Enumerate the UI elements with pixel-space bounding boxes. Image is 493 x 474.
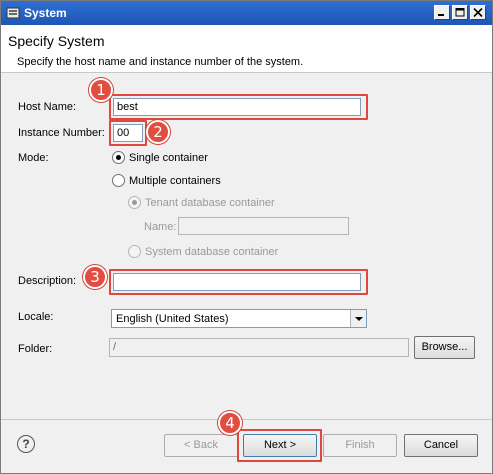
- footer-separator: [1, 419, 492, 420]
- tenant-database-label: Tenant database container: [145, 197, 275, 209]
- highlight-box-4: [237, 429, 322, 462]
- host-name-label: Host Name:: [18, 101, 77, 113]
- folder-label: Folder:: [18, 343, 53, 355]
- locale-select[interactable]: English (United States): [111, 309, 367, 328]
- maximize-button[interactable]: [452, 5, 468, 20]
- title-bar[interactable]: System: [1, 1, 492, 25]
- wizard-header: Specify System Specify the host name and…: [1, 25, 492, 73]
- back-button: < Back: [164, 434, 238, 457]
- single-container-label[interactable]: Single container: [129, 152, 208, 164]
- browse-button[interactable]: Browse...: [414, 336, 475, 359]
- close-icon: [473, 8, 483, 17]
- help-icon[interactable]: ?: [17, 435, 35, 453]
- system-database-radio: [128, 245, 141, 258]
- highlight-box-2: [109, 120, 147, 146]
- minimize-button[interactable]: [434, 5, 450, 20]
- chevron-down-icon[interactable]: [350, 310, 366, 327]
- annotation-badge-4: 4: [218, 411, 242, 435]
- highlight-box-3: [109, 269, 368, 295]
- cancel-button[interactable]: Cancel: [404, 434, 478, 457]
- instance-number-label: Instance Number:: [18, 127, 105, 139]
- annotation-badge-3: 3: [83, 265, 107, 289]
- locale-selected-value: English (United States): [116, 313, 229, 325]
- description-label: Description:: [18, 275, 77, 287]
- annotation-badge-2: 2: [146, 120, 170, 144]
- maximize-icon: [455, 8, 465, 17]
- locale-label: Locale:: [18, 311, 54, 323]
- minimize-icon: [438, 14, 444, 16]
- page-subtitle: Specify the host name and instance numbe…: [17, 56, 304, 68]
- tenant-name-input: [178, 217, 349, 235]
- close-button[interactable]: [470, 5, 486, 20]
- window-title: System: [24, 6, 67, 20]
- multiple-containers-label[interactable]: Multiple containers: [129, 175, 221, 187]
- finish-button: Finish: [323, 434, 397, 457]
- window-app-icon: [6, 7, 20, 19]
- single-container-radio[interactable]: [112, 151, 125, 164]
- highlight-box-1: [109, 94, 368, 120]
- annotation-badge-1: 1: [89, 78, 113, 102]
- specify-system-dialog: System Specify System Specify the host n…: [0, 0, 493, 474]
- folder-input: /: [109, 338, 409, 357]
- multiple-containers-radio[interactable]: [112, 174, 125, 187]
- page-title: Specify System: [8, 33, 105, 49]
- system-database-label: System database container: [145, 246, 279, 258]
- name-label: Name:: [144, 221, 177, 233]
- tenant-database-radio: [128, 196, 141, 209]
- mode-label: Mode:: [18, 152, 49, 164]
